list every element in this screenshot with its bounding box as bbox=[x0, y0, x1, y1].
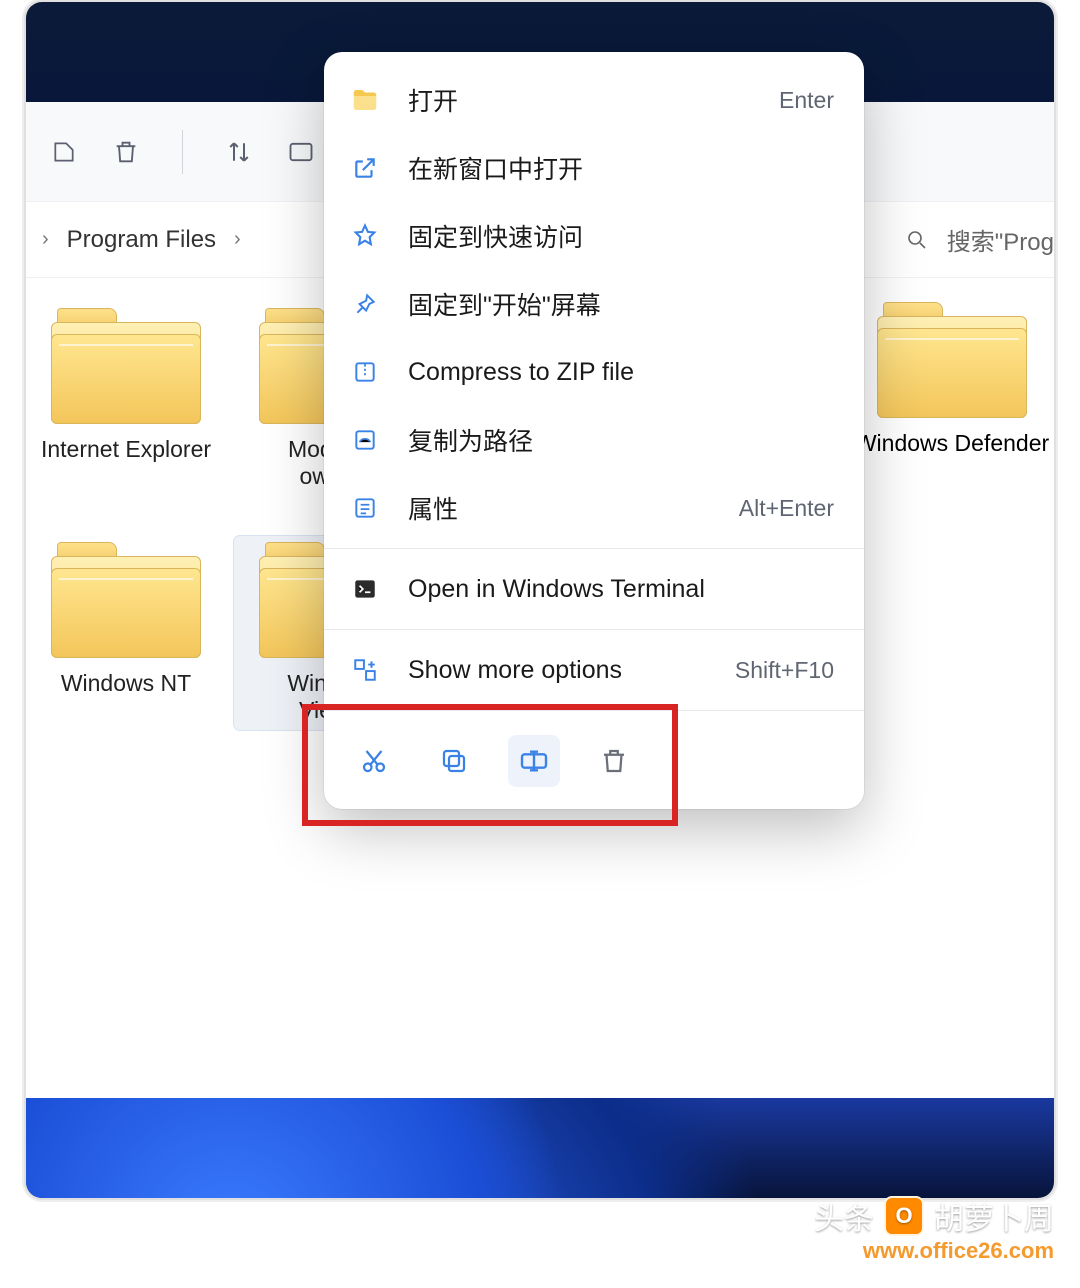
menu-separator bbox=[324, 548, 864, 549]
search-box[interactable]: 搜索"Prog bbox=[905, 222, 1054, 257]
menu-item-show-more[interactable]: Show more options Shift+F10 bbox=[324, 636, 864, 704]
folder-item[interactable]: Windows Defender bbox=[842, 302, 1056, 457]
folder-label: Windows Defender bbox=[855, 430, 1049, 457]
window-frame: › Program Files › 搜索"Prog Internet Explo… bbox=[24, 0, 1056, 1200]
context-menu-actions bbox=[324, 717, 864, 797]
context-menu: 打开 Enter 在新窗口中打开 固定到快速访问 固定到"开始"屏幕 Com bbox=[324, 52, 864, 809]
menu-item-properties[interactable]: 属性 Alt+Enter bbox=[324, 474, 864, 542]
folder-item[interactable]: Internet Explorer bbox=[26, 302, 226, 496]
menu-item-pin-quick-access[interactable]: 固定到快速访问 bbox=[324, 202, 864, 270]
folder-icon bbox=[51, 542, 201, 658]
folder-icon bbox=[51, 308, 201, 424]
menu-item-windows-terminal[interactable]: Open in Windows Terminal bbox=[324, 555, 864, 623]
terminal-icon bbox=[348, 572, 382, 606]
copy-icon[interactable] bbox=[428, 735, 480, 787]
zip-icon bbox=[348, 355, 382, 389]
toolbar-divider bbox=[182, 130, 183, 174]
breadcrumb[interactable]: › Program Files › bbox=[42, 226, 241, 254]
watermark: 头条 O 胡萝卜周 www.office26.com bbox=[814, 1194, 1054, 1264]
star-icon bbox=[348, 219, 382, 253]
watermark-prefix: 头条 bbox=[814, 1194, 874, 1238]
menu-label: Compress to ZIP file bbox=[408, 358, 834, 387]
more-options-icon bbox=[348, 653, 382, 687]
menu-label: Show more options bbox=[408, 656, 735, 685]
menu-label: 复制为路径 bbox=[408, 422, 834, 458]
folder-item[interactable]: Windows NT bbox=[26, 536, 226, 730]
menu-item-open[interactable]: 打开 Enter bbox=[324, 66, 864, 134]
folder-label: Windows NT bbox=[61, 670, 191, 697]
menu-label: 固定到快速访问 bbox=[408, 218, 834, 254]
delete-icon[interactable] bbox=[588, 735, 640, 787]
rename-icon[interactable] bbox=[508, 735, 560, 787]
cut-icon[interactable] bbox=[348, 735, 400, 787]
folder-icon bbox=[877, 302, 1027, 418]
folder-label: Internet Explorer bbox=[41, 436, 211, 463]
folder-open-icon bbox=[348, 83, 382, 117]
breadcrumb-segment[interactable]: Program Files bbox=[67, 226, 216, 254]
delete-icon[interactable] bbox=[100, 126, 152, 178]
pin-icon bbox=[348, 287, 382, 321]
menu-shortcut: Shift+F10 bbox=[735, 657, 834, 684]
menu-separator bbox=[324, 629, 864, 630]
menu-shortcut: Enter bbox=[779, 87, 834, 114]
menu-item-open-new-window[interactable]: 在新窗口中打开 bbox=[324, 134, 864, 202]
menu-item-copy-path[interactable]: 复制为路径 bbox=[324, 406, 864, 474]
toolbar-button-partial[interactable] bbox=[38, 126, 90, 178]
menu-label: 属性 bbox=[408, 490, 739, 526]
desktop-wallpaper bbox=[26, 1098, 1054, 1198]
watermark-url: www.office26.com bbox=[814, 1238, 1054, 1264]
chevron-right-icon: › bbox=[42, 228, 49, 251]
search-placeholder: 搜索"Prog bbox=[947, 222, 1054, 257]
menu-item-pin-start[interactable]: 固定到"开始"屏幕 bbox=[324, 270, 864, 338]
copy-path-icon bbox=[348, 423, 382, 457]
watermark-name: 胡萝卜周 bbox=[934, 1194, 1054, 1238]
sort-icon[interactable] bbox=[213, 126, 265, 178]
menu-label: 打开 bbox=[408, 82, 779, 118]
menu-shortcut: Alt+Enter bbox=[739, 495, 834, 522]
watermark-badge-icon: O bbox=[884, 1196, 924, 1236]
view-icon[interactable] bbox=[275, 126, 327, 178]
menu-item-compress-zip[interactable]: Compress to ZIP file bbox=[324, 338, 864, 406]
search-icon bbox=[905, 228, 929, 252]
menu-separator bbox=[324, 710, 864, 711]
chevron-right-icon: › bbox=[234, 228, 241, 251]
menu-label: 固定到"开始"屏幕 bbox=[408, 286, 834, 322]
menu-label: 在新窗口中打开 bbox=[408, 150, 834, 186]
properties-icon bbox=[348, 491, 382, 525]
menu-label: Open in Windows Terminal bbox=[408, 575, 834, 604]
external-link-icon bbox=[348, 151, 382, 185]
